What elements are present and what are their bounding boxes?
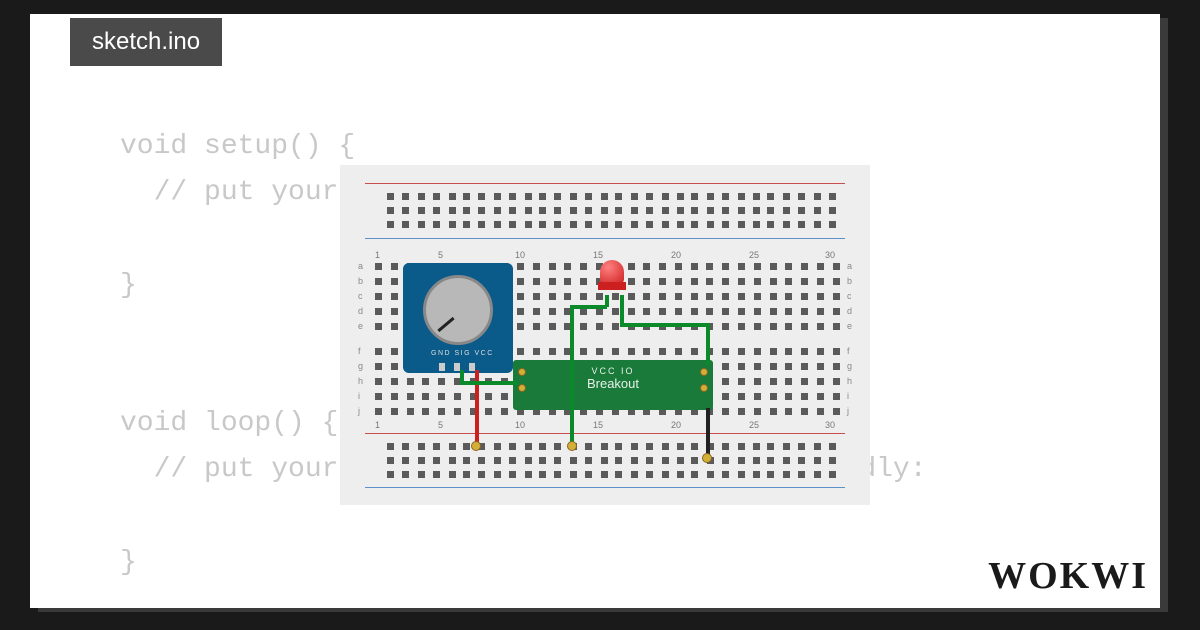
wire-green[interactable] xyxy=(570,305,607,309)
wokwi-logo: WOKWI xyxy=(988,554,1148,598)
wire-green[interactable] xyxy=(706,323,710,365)
row-labels-right-top: a b c d e xyxy=(847,259,852,334)
breakout-board[interactable]: VCC IO Breakout xyxy=(513,360,713,410)
wire-joint xyxy=(702,453,712,463)
power-rail-bot-pos xyxy=(365,433,845,434)
power-rail-bot-neg xyxy=(365,487,845,488)
rail-dots xyxy=(375,221,840,229)
rail-dots xyxy=(375,193,840,201)
file-tab[interactable]: sketch.ino xyxy=(70,18,222,66)
breakout-label-small: VCC IO xyxy=(513,366,713,376)
wire-green[interactable] xyxy=(620,323,710,327)
breakout-pin xyxy=(700,384,708,392)
breakout-pin xyxy=(518,368,526,376)
potentiometer[interactable]: GND SIG VCC xyxy=(403,263,513,373)
row-labels-left-top: a b c d e xyxy=(358,259,363,334)
knob-indicator xyxy=(437,317,454,332)
pot-pin-labels: GND SIG VCC xyxy=(431,350,494,357)
wire-green[interactable] xyxy=(570,305,574,445)
led-body xyxy=(598,282,626,290)
wire-joint xyxy=(471,441,481,451)
potentiometer-knob[interactable] xyxy=(423,275,493,345)
rail-dots xyxy=(375,443,840,451)
wire-green[interactable] xyxy=(460,381,518,385)
row-labels-left-bot: f g h i j xyxy=(358,344,363,419)
breakout-pin xyxy=(700,368,708,376)
wire-black[interactable] xyxy=(706,408,710,458)
pot-pins xyxy=(439,363,475,371)
breakout-label-main: Breakout xyxy=(513,376,713,391)
wire-joint xyxy=(567,441,577,451)
rail-dots xyxy=(375,471,840,479)
row-labels-right-bot: f g h i j xyxy=(847,344,852,419)
breadboard[interactable]: 1 5 10 15 20 25 30 1 5 10 15 20 25 30 a … xyxy=(340,165,870,505)
wire-green[interactable] xyxy=(620,295,624,325)
power-rail-top-pos xyxy=(365,183,845,184)
rail-dots xyxy=(375,207,840,215)
power-rail-top-neg xyxy=(365,238,845,239)
breakout-pin xyxy=(518,384,526,392)
rail-dots xyxy=(375,457,840,465)
wire-green[interactable] xyxy=(605,295,609,307)
led-dome xyxy=(600,260,624,284)
